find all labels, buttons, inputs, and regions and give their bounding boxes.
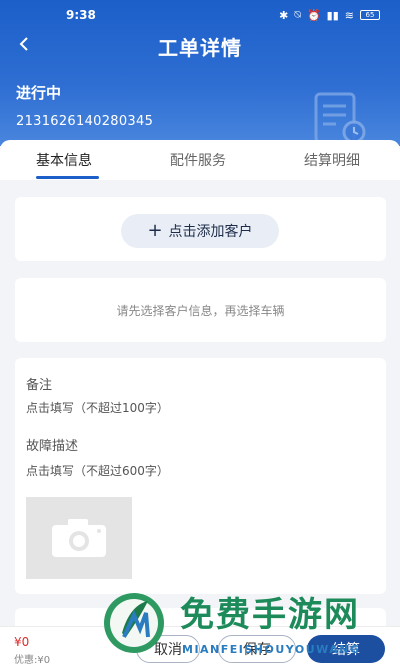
alarm-icon: ⏰ — [306, 8, 321, 22]
remark-input[interactable]: 点击填写（不超过100字） — [26, 399, 169, 416]
bluetooth-icon: ✱ — [279, 8, 289, 22]
wifi-icon: ≋ — [344, 8, 354, 22]
plus-icon: + — [147, 220, 163, 241]
add-customer-button[interactable]: + 点击添加客户 — [121, 214, 279, 248]
notes-card: 备注 点击填写（不超过100字） 故障描述 点击填写（不超过600字） — [15, 358, 386, 594]
tab-parts-service[interactable]: 配件服务 — [170, 150, 226, 170]
battery-icon: 65 — [360, 10, 380, 20]
vehicle-card[interactable]: 请先选择客户信息，再选择车辆 — [15, 278, 386, 342]
mute-icon: ⍉ — [294, 8, 301, 21]
app-header: 9:38 ✱ ⍉ ⏰ ▮▮ ≋ 65 工单详情 进行中 213162614028… — [0, 0, 400, 146]
status-bar: 9:38 ✱ ⍉ ⏰ ▮▮ ≋ 65 — [0, 6, 400, 26]
discount-amount: 优惠:¥0 — [14, 655, 51, 666]
signal-icon: ▮▮ — [326, 8, 339, 22]
camera-icon — [52, 519, 106, 557]
total-amount: ¥0 — [14, 635, 30, 649]
next-card — [15, 608, 386, 626]
status-time: 9:38 — [66, 8, 96, 22]
tab-settlement-details[interactable]: 结算明细 — [304, 150, 360, 170]
bottom-action-bar: ¥0 优惠:¥0 取消 保存 结算 — [0, 626, 400, 666]
fault-label: 故障描述 — [26, 439, 79, 454]
add-customer-label: 点击添加客户 — [168, 224, 253, 240]
cancel-button[interactable]: 取消 — [136, 635, 200, 663]
tab-active-indicator — [36, 176, 99, 179]
save-button[interactable]: 保存 — [218, 635, 296, 663]
status-icons: ✱ ⍉ ⏰ ▮▮ ≋ 65 — [279, 8, 380, 22]
order-number: 2131626140280345 — [16, 114, 154, 129]
page-title: 工单详情 — [158, 36, 242, 60]
add-photo-button[interactable] — [26, 497, 132, 579]
settle-button[interactable]: 结算 — [307, 635, 385, 663]
tab-bar: 基本信息 配件服务 结算明细 — [0, 140, 400, 180]
remark-label: 备注 — [26, 378, 53, 393]
customer-card: + 点击添加客户 — [15, 197, 386, 261]
tab-basic-info[interactable]: 基本信息 — [36, 150, 92, 170]
order-status: 进行中 — [16, 84, 62, 102]
fault-description-input[interactable]: 点击填写（不超过600字） — [26, 462, 169, 479]
vehicle-hint: 请先选择客户信息，再选择车辆 — [116, 304, 285, 318]
